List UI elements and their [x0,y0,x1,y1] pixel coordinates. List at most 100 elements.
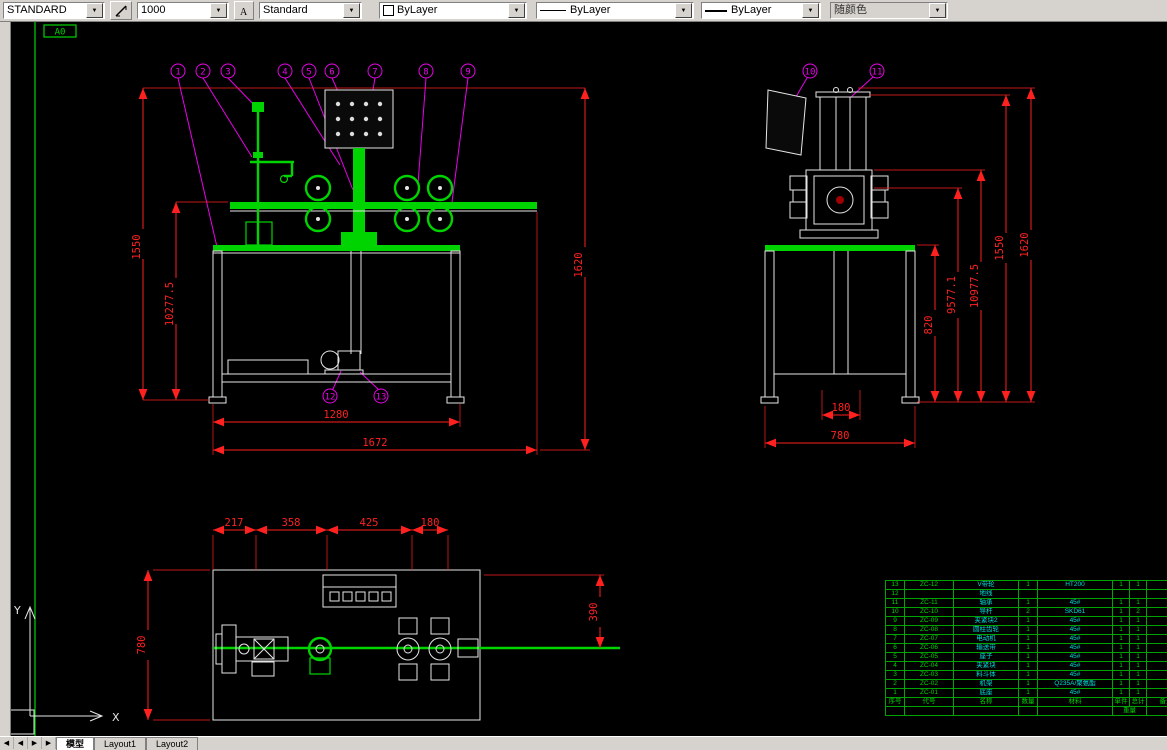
ucs-icon: Y X [3,604,120,735]
parts-table-row: 4 ZC-04 夹紧块 1 45# 1 1 [885,661,1167,671]
chevron-down-icon[interactable]: ▼ [675,3,692,18]
bom-cell: 1 [1112,625,1130,635]
bom-cell: 1 [1112,634,1130,644]
tab-model[interactable]: 模型 [56,737,95,750]
balloon: 12 [322,388,338,404]
bom-cell: 45# [1037,625,1113,635]
linetype-sample-icon [540,10,566,11]
chevron-down-icon[interactable]: ▼ [802,3,819,18]
bom-cell: 1 [1018,643,1038,653]
svg-text:10: 10 [805,68,816,78]
bom-cell: 料斗体 [953,670,1019,680]
color-combo[interactable]: ByLayer ▼ [379,2,527,19]
color-value: ByLayer [397,4,438,16]
balloon: 11 [869,63,885,79]
balloon: 6 [324,63,340,79]
bom-cell [1018,589,1038,599]
chevron-down-icon[interactable]: ▼ [210,3,227,18]
bom-cell: 45# [1037,688,1113,698]
bom-cell: 1 [1018,679,1038,689]
svg-text:1: 1 [175,68,180,78]
bom-cell: SKD61 [1037,607,1113,617]
dimstyle-icon-button[interactable] [110,1,132,20]
bom-cell: ZC-04 [904,661,954,671]
bom-cell: HT200 [1037,580,1113,590]
bom-cell: ZC-11 [904,598,954,608]
bom-cell: 7 [885,634,905,644]
svg-text:180: 180 [421,517,440,529]
svg-text:780: 780 [831,430,850,442]
bom-cell: 2 [1129,607,1147,617]
svg-text:9: 9 [465,68,470,78]
bom-cell: 备注 [1146,697,1167,707]
parts-table-row: 7 ZC-07 电动机 1 45# 1 1 [885,634,1167,644]
tab-nav-prev-button[interactable]: ◀ [14,737,28,749]
bom-cell: ZC-01 [904,688,954,698]
bom-cell: 2 [1018,607,1038,617]
gear-plan [307,636,333,675]
parts-table-row: 13 ZC-12 V带轮 1 HT200 1 1 [885,580,1167,590]
bom-cell: ZC-07 [904,634,954,644]
bom-cell: 1 [1018,616,1038,626]
bom-cell: 1 [1129,670,1147,680]
balloon: 2 [195,63,211,79]
bom-cell: 10 [885,607,905,617]
chevron-down-icon[interactable]: ▼ [929,3,946,18]
svg-text:1620: 1620 [573,252,585,277]
svg-text:7: 7 [372,68,377,78]
dimstyle-combo[interactable]: STANDARD ▼ [3,2,105,19]
plotstyle-combo[interactable]: 随颜色 ▼ [830,2,948,19]
svg-text:4: 4 [282,68,287,78]
feeder-plan [215,624,289,677]
chevron-down-icon[interactable]: ▼ [86,3,103,18]
bom-cell [1037,589,1113,599]
chevron-down-icon[interactable]: ▼ [343,3,360,18]
bom-cell: 1 [1018,661,1038,671]
parts-table-row: 5 ZC-05 座子 1 45# 1 1 [885,652,1167,662]
left-dock-strip [0,22,11,737]
textstyle-icon-button[interactable]: A [234,1,254,20]
tab-nav-first-button[interactable]: ◀ [0,737,14,749]
svg-text:10977.5: 10977.5 [969,264,981,308]
tab-layout2[interactable]: Layout2 [146,737,199,750]
drawing-area[interactable]: A0 1 2 3 4 5 6 7 8 9 12 13 1550 10277.5 … [0,22,1167,737]
bom-cell: 机架 [953,679,1019,689]
bom-cell: 45# [1037,670,1113,680]
bom-cell: 1 [1112,679,1130,689]
bom-cell: 1 [1018,670,1038,680]
chevron-down-icon[interactable]: ▼ [508,3,525,18]
bom-cell: ZC-09 [904,616,954,626]
parts-table: 13 ZC-12 V带轮 1 HT200 1 1 12 地线 11 ZC-11 轴承 1 45# 1 1 10 Z… [885,580,1167,716]
textstyle-combo[interactable]: Standard ▼ [259,2,362,19]
svg-text:1672: 1672 [362,437,387,449]
parts-table-row: 6 ZC-06 输送带 1 45# 1 1 [885,643,1167,653]
svg-text:2: 2 [200,68,205,78]
dimstyle-value: STANDARD [7,4,67,16]
lineweight-combo[interactable]: ByLayer ▼ [701,2,821,19]
bom-cell [1146,634,1167,644]
bom-cell: 代号 [904,697,954,707]
bom-cell: 1 [1112,607,1130,617]
balloon: 7 [367,63,383,79]
bom-cell: ZC-08 [904,625,954,635]
balloon: 13 [373,388,389,404]
lineweight-sample-icon [705,9,727,12]
bom-cell: 1 [1018,580,1038,590]
scale-combo[interactable]: 1000 ▼ [137,2,229,19]
bom-cell: 1 [885,688,905,698]
side-bench [760,245,920,404]
textstyle-value: Standard [263,4,308,16]
top-view: 217 358 425 180 780 390 [136,517,620,721]
bom-cell: 1 [1018,688,1038,698]
front-view: 1 2 3 4 5 6 7 8 9 12 13 1550 10277.5 162… [131,63,590,455]
tab-layout1[interactable]: Layout1 [94,737,147,750]
linetype-value: ByLayer [570,4,611,16]
linetype-combo[interactable]: ByLayer ▼ [536,2,694,19]
bom-cell: ZC-10 [904,607,954,617]
bom-cell: 1 [1129,652,1147,662]
tab-nav-next-button[interactable]: ▶ [28,737,42,749]
tab-nav-last-button[interactable]: ▶ [42,737,56,749]
bom-cell: 导杆 [953,607,1019,617]
bench-frame [208,245,465,404]
balloon: 10 [802,63,818,79]
